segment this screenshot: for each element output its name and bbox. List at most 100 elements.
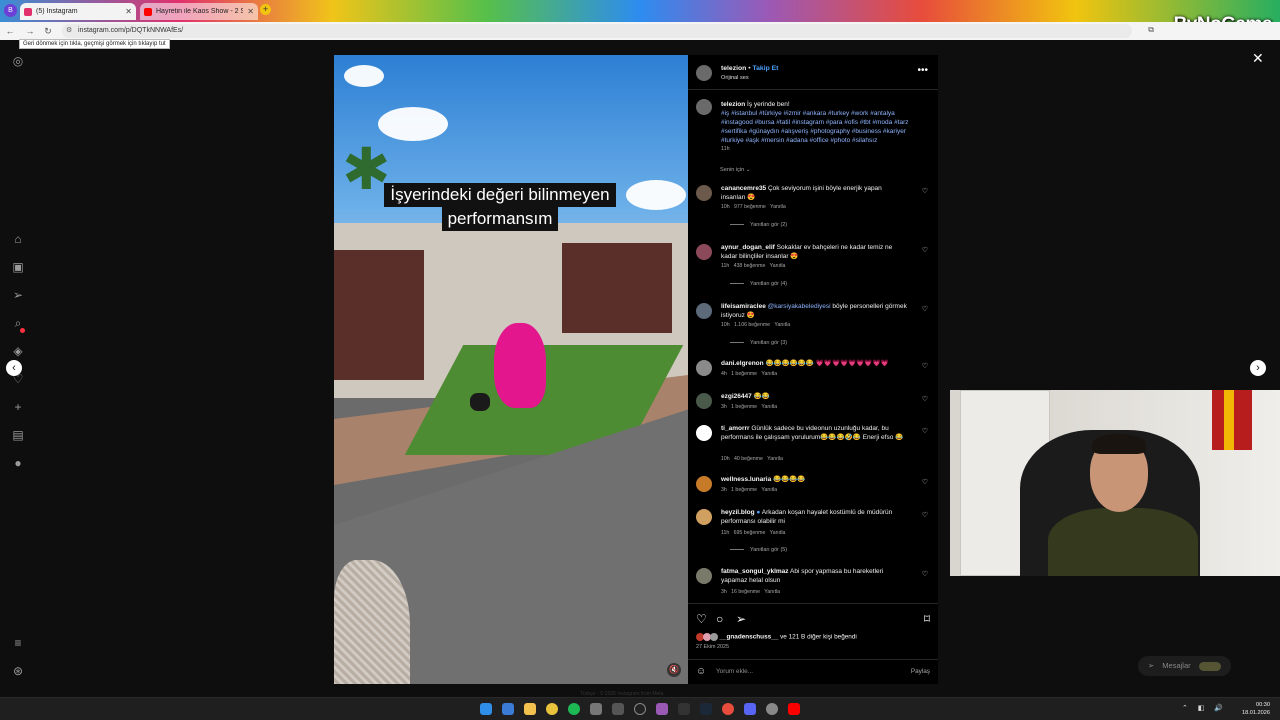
- author-avatar[interactable]: [696, 65, 712, 81]
- dashboard-icon[interactable]: ▤: [11, 428, 25, 442]
- commenter-avatar[interactable]: [696, 303, 712, 319]
- comment-likes[interactable]: 1 beğenme: [731, 371, 757, 377]
- comment-username[interactable]: wellness.lunaria: [721, 476, 771, 483]
- settings-gear-icon[interactable]: [766, 703, 778, 715]
- close-icon[interactable]: ✕: [247, 7, 254, 16]
- view-replies-button[interactable]: Yanıtları gör (4): [730, 281, 787, 287]
- app-icon[interactable]: [656, 703, 668, 715]
- comment-like-heart-icon[interactable]: ♡: [922, 427, 928, 435]
- comment-username[interactable]: canancemre35: [721, 185, 766, 192]
- discord-icon[interactable]: [744, 703, 756, 715]
- more-options-icon[interactable]: •••: [917, 65, 928, 76]
- post-video[interactable]: ✱ İşyerindeki değeri bilinmeyen performa…: [334, 55, 688, 684]
- profile-avatar-icon[interactable]: ●: [11, 456, 25, 470]
- app-icon[interactable]: [590, 703, 602, 715]
- system-tray-icons[interactable]: ⌃ ◧ 🔊: [1182, 704, 1227, 712]
- author-username[interactable]: telezion: [721, 65, 746, 72]
- comment-mention[interactable]: @karsiyakabelediyesi: [768, 303, 831, 310]
- reply-button[interactable]: Yanıtla: [764, 589, 780, 595]
- comment-like-heart-icon[interactable]: ♡: [922, 362, 928, 370]
- reply-button[interactable]: Yanıtla: [761, 487, 777, 493]
- comment-like-heart-icon[interactable]: ♡: [922, 570, 928, 578]
- tab-youtube[interactable]: Hayretin ile Kaos Show - 2 Sa... ✕: [140, 3, 258, 20]
- comment-likes[interactable]: 16 beğenme: [731, 589, 760, 595]
- reload-icon[interactable]: ↻: [42, 25, 54, 37]
- threads-icon[interactable]: ⊛: [11, 664, 25, 678]
- commenter-avatar[interactable]: [696, 393, 712, 409]
- reply-button[interactable]: Yanıtla: [767, 456, 783, 462]
- commenter-avatar[interactable]: [696, 476, 712, 492]
- commenter-avatar[interactable]: [696, 425, 712, 441]
- reply-button[interactable]: Yanıtla: [774, 322, 790, 328]
- site-info-icon[interactable]: ⚙: [66, 24, 72, 38]
- comment-likes[interactable]: 1.106 beğenme: [734, 322, 770, 328]
- search-icon[interactable]: ⌕: [11, 316, 25, 330]
- comment-username[interactable]: fatma_songul_yklmaz: [721, 568, 789, 575]
- like-heart-icon[interactable]: ♡: [696, 612, 707, 626]
- instagram-logo-icon[interactable]: ◎: [11, 54, 25, 68]
- caption-username[interactable]: telezion: [721, 101, 745, 108]
- extensions-icon[interactable]: ⧉: [1148, 25, 1154, 35]
- audio-label[interactable]: Orijinal ses: [721, 75, 749, 81]
- commenter-avatar[interactable]: [696, 568, 712, 584]
- comment-like-heart-icon[interactable]: ♡: [922, 187, 928, 195]
- comment-username[interactable]: lifeisamiraclee: [721, 303, 766, 310]
- reply-button[interactable]: Yanıtla: [770, 263, 786, 269]
- commenter-avatar[interactable]: [696, 509, 712, 525]
- comment-like-heart-icon[interactable]: ♡: [922, 246, 928, 254]
- emoji-picker-icon[interactable]: ☺: [696, 666, 706, 677]
- comment-like-heart-icon[interactable]: ♡: [922, 478, 928, 486]
- tab-instagram[interactable]: (5) Instagram ✕: [20, 3, 136, 20]
- widgets-icon[interactable]: [502, 703, 514, 715]
- obs-icon[interactable]: [634, 703, 646, 715]
- likes-summary[interactable]: __gnadenschuss__ ve 121 B diğer kişi beğ…: [696, 633, 857, 641]
- messages-icon[interactable]: ➢: [11, 288, 25, 302]
- post-comment-button[interactable]: Paylaş: [911, 668, 930, 675]
- comment-username[interactable]: ti_amorrr: [721, 425, 750, 432]
- close-icon[interactable]: ✕: [125, 7, 132, 16]
- next-post-arrow-icon[interactable]: ›: [1250, 360, 1266, 376]
- app-icon[interactable]: [722, 703, 734, 715]
- app-icon[interactable]: [678, 703, 690, 715]
- create-plus-icon[interactable]: +: [11, 400, 25, 414]
- comment-likes[interactable]: 1 beğenme: [731, 404, 757, 410]
- author-avatar[interactable]: [696, 99, 712, 115]
- likes-username[interactable]: __gnadenschuss__: [719, 634, 778, 641]
- view-replies-button[interactable]: Yanıtları gör (3): [730, 340, 787, 346]
- steam-icon[interactable]: [700, 703, 712, 715]
- new-tab-button[interactable]: +: [260, 4, 271, 15]
- file-explorer-icon[interactable]: [524, 703, 536, 715]
- explore-icon[interactable]: ◈: [11, 344, 25, 358]
- follow-button[interactable]: Takip Et: [752, 65, 778, 72]
- reply-button[interactable]: Yanıtla: [761, 371, 777, 377]
- save-bookmark-icon[interactable]: ⌑: [924, 612, 930, 626]
- comment-likes[interactable]: 40 beğenme: [734, 456, 763, 462]
- back-arrow-icon[interactable]: ←: [4, 25, 16, 37]
- windows-start-icon[interactable]: [480, 703, 492, 715]
- share-send-icon[interactable]: ➢: [736, 612, 746, 626]
- forward-arrow-icon[interactable]: →: [24, 25, 36, 37]
- mute-icon[interactable]: 🔇: [667, 663, 681, 677]
- youtube-icon[interactable]: [788, 703, 800, 715]
- comment-input[interactable]: Yorum ekle...: [716, 668, 753, 675]
- comment-like-heart-icon[interactable]: ♡: [922, 395, 928, 403]
- reels-icon[interactable]: ▣: [11, 260, 25, 274]
- taskbar-clock[interactable]: 00:30 18.01.2026: [1242, 701, 1270, 717]
- view-replies-button[interactable]: Yanıtları gör (5): [730, 547, 787, 553]
- spotify-icon[interactable]: [568, 703, 580, 715]
- reply-button[interactable]: Yanıtla: [770, 530, 786, 536]
- menu-icon[interactable]: ≡: [11, 636, 25, 650]
- app-icon[interactable]: [612, 703, 624, 715]
- close-modal-icon[interactable]: ✕: [1252, 50, 1264, 67]
- view-replies-button[interactable]: Yanıtları gör (2): [730, 222, 787, 228]
- url-field[interactable]: ⚙ instagram.com/p/DQTkNNWAfEs/: [62, 24, 1132, 38]
- messages-pill[interactable]: ➢ Mesajlar: [1138, 656, 1231, 676]
- comment-username[interactable]: ezgi26447: [721, 393, 752, 400]
- reply-button[interactable]: Yanıtla: [761, 404, 777, 410]
- comment-sort-dropdown[interactable]: Senin için ⌄: [720, 167, 751, 173]
- commenter-avatar[interactable]: [696, 360, 712, 376]
- comment-like-heart-icon[interactable]: ♡: [922, 305, 928, 313]
- comment-bubble-icon[interactable]: ○: [716, 612, 723, 626]
- comment-username[interactable]: heyzil.blog: [721, 509, 755, 516]
- comment-like-heart-icon[interactable]: ♡: [922, 511, 928, 519]
